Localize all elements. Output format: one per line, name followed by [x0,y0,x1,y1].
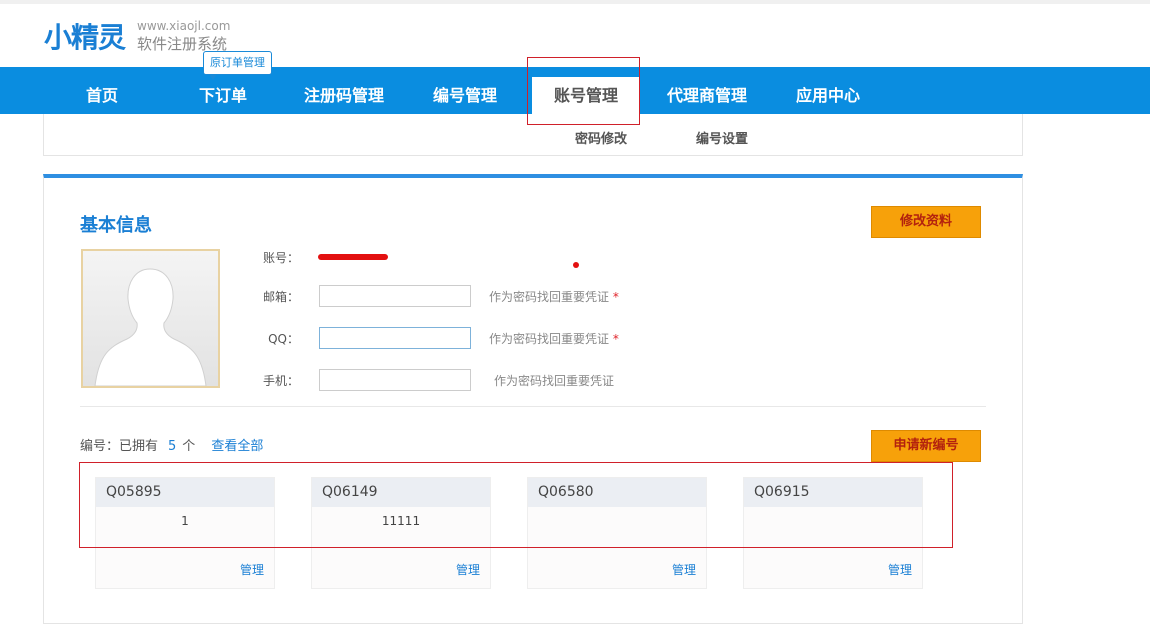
edit-profile-button[interactable]: 修改资料 [871,206,981,238]
nav-app-center[interactable]: 应用中心 [796,67,860,114]
subnav-number-settings[interactable]: 编号设置 [696,128,748,147]
avatar [81,249,220,388]
user-silhouette-icon [83,251,218,386]
logo-text: 小精灵 [44,21,126,54]
qq-hint: 作为密码找回重要凭证 * [489,332,619,346]
redacted-account [318,254,388,260]
top-border [0,0,1150,4]
phone-label: 手机： [262,374,299,388]
nav-home[interactable]: 首页 [86,67,118,114]
card-manage-link[interactable]: 管理 [672,561,696,578]
annotation-box-cards [79,462,953,548]
email-field[interactable] [319,285,471,307]
subnav-password-change[interactable]: 密码修改 [575,128,627,147]
tooltip-tail [209,74,217,80]
qq-label: QQ： [268,332,299,346]
nav-regcode-management[interactable]: 注册码管理 [304,67,384,114]
qq-field[interactable] [319,327,471,349]
phone-field[interactable] [319,369,471,391]
email-label: 邮箱： [262,290,299,304]
apply-new-number-button[interactable]: 申请新编号 [871,430,981,462]
annotation-dot [573,262,579,268]
nav-agent-management[interactable]: 代理商管理 [667,67,747,114]
card-manage-link[interactable]: 管理 [456,561,480,578]
email-hint: 作为密码找回重要凭证 * [489,290,619,304]
number-count-line: 编号：已拥有 5 个查看全部 [80,435,263,454]
section-divider [80,406,986,407]
logo-url: www.xiaojl.com [137,19,231,33]
card-manage-link[interactable]: 管理 [240,561,264,578]
card-manage-link[interactable]: 管理 [888,561,912,578]
view-all-link[interactable]: 查看全部 [211,439,263,454]
order-tooltip[interactable]: 原订单管理 [203,51,272,75]
section-title: 基本信息 [80,215,152,236]
sub-navbar: 密码修改 编号设置 [43,114,1023,156]
count-value: 5 [168,439,177,454]
nav-number-management[interactable]: 编号管理 [433,67,497,114]
phone-hint: 作为密码找回重要凭证 [494,374,615,388]
account-label: 账号： [262,251,299,265]
count-prefix: 编号：已拥有 [80,439,159,454]
count-unit: 个 [182,439,196,454]
